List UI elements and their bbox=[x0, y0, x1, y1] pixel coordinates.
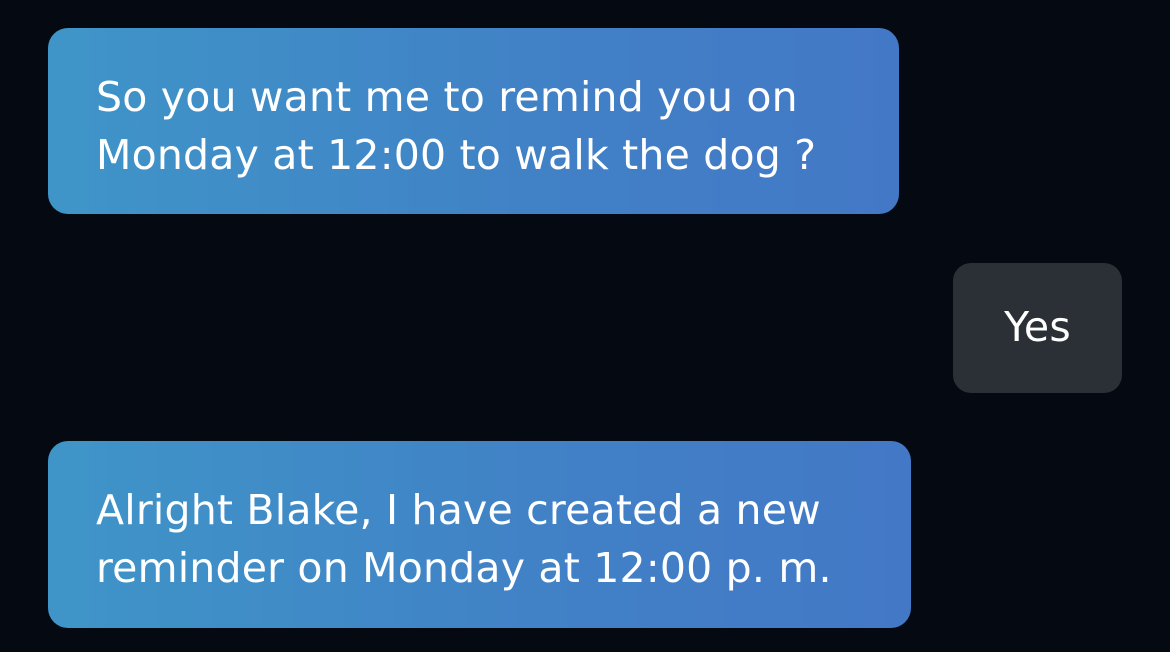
message-text-line: Monday at 12:00 to walk the dog ? bbox=[96, 131, 817, 179]
message-text-line: Yes bbox=[1004, 303, 1071, 351]
message-text-line: So you want me to remind you on bbox=[96, 73, 798, 121]
assistant-message-bubble: Alright Blake, I have created a new remi… bbox=[48, 441, 911, 628]
message-text-line: reminder on Monday at 12:00 p. m. bbox=[96, 544, 832, 592]
message-text-line: Alright Blake, I have created a new bbox=[96, 486, 821, 534]
user-message-bubble: Yes bbox=[953, 263, 1122, 393]
assistant-message-bubble: So you want me to remind you on Monday a… bbox=[48, 28, 899, 214]
chat-transcript: So you want me to remind you on Monday a… bbox=[0, 0, 1170, 652]
